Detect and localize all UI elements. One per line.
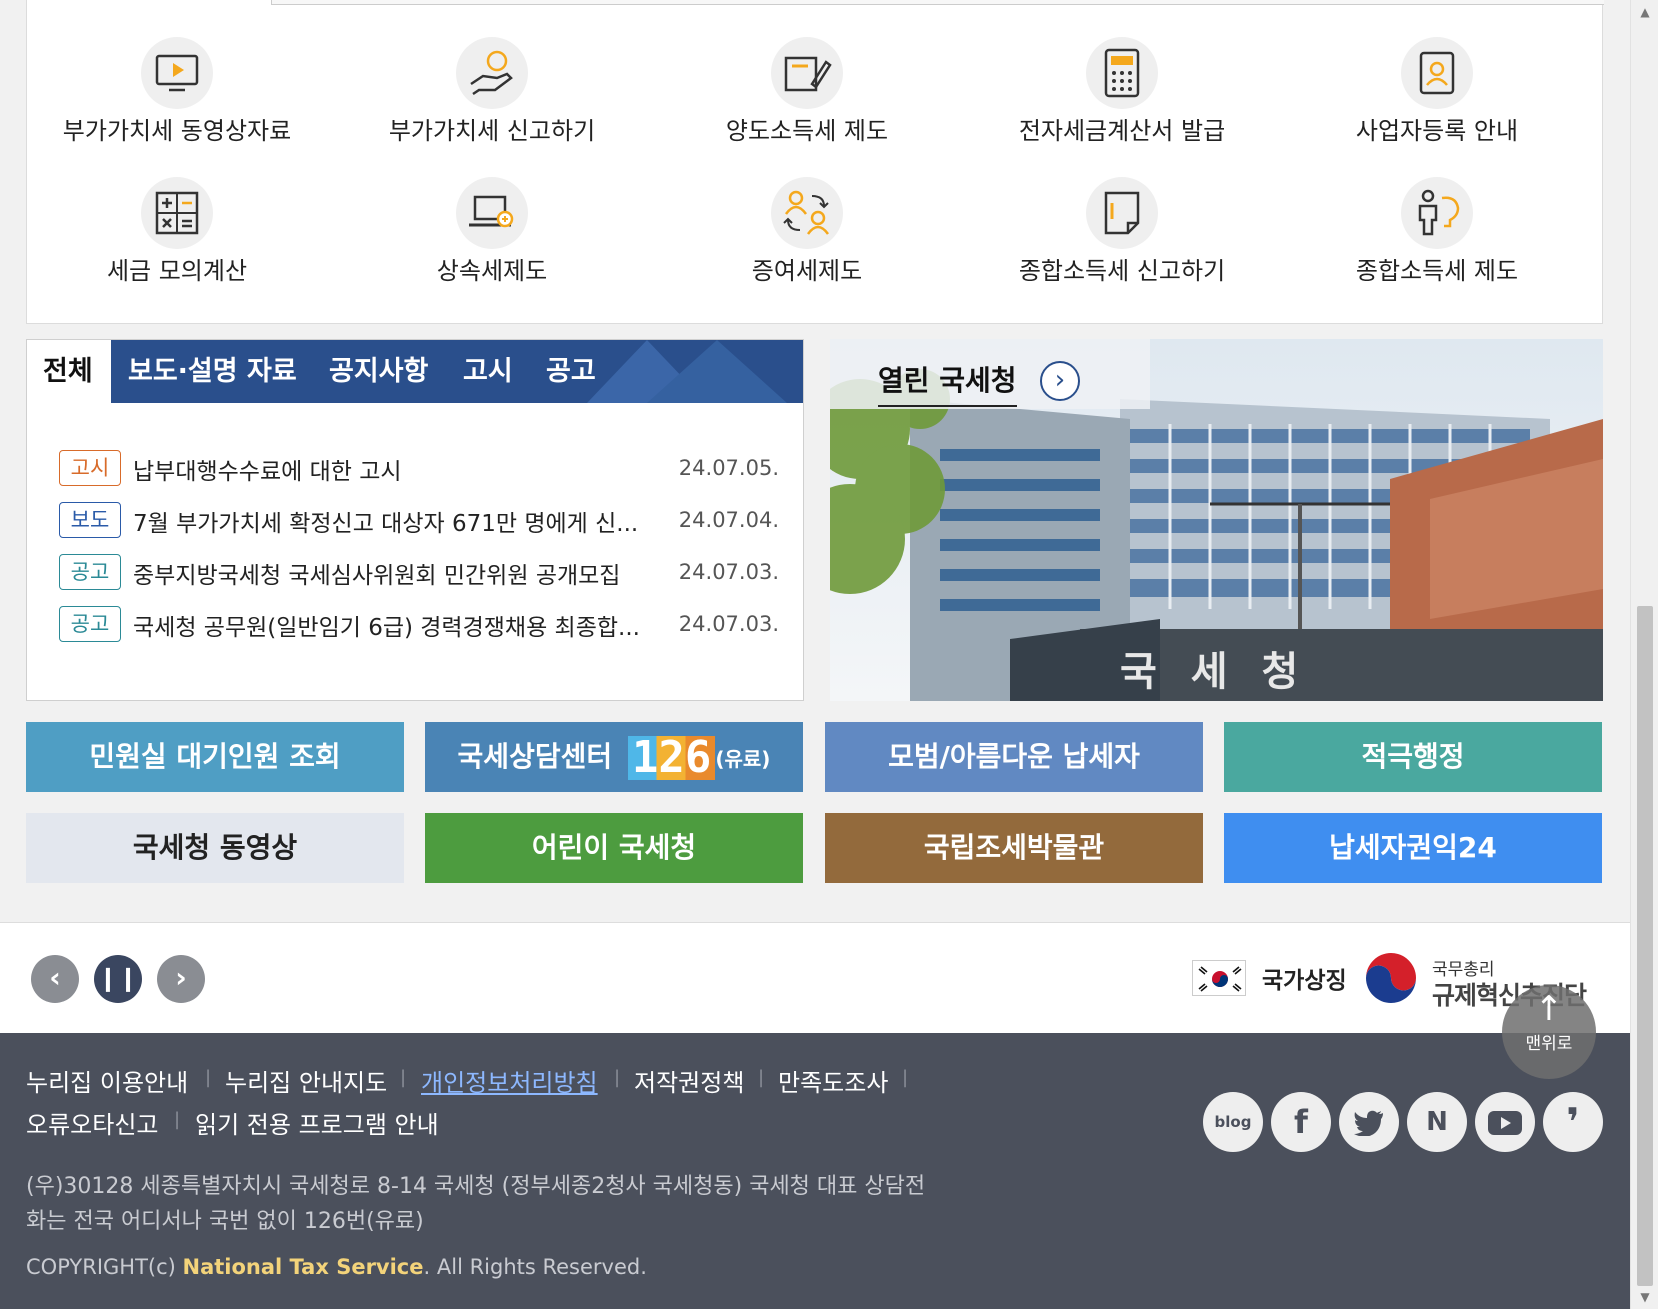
footer-link-copyright[interactable]: 저작권정책 (634, 1063, 744, 1098)
naver-post-icon[interactable]: N (1407, 1092, 1467, 1152)
news-item[interactable]: 보도 7월 부가가치세 확정신고 대상자 671만 명에게 신... 24.07… (59, 502, 779, 542)
news-date: 24.07.03. (678, 612, 779, 636)
id-card-icon (1401, 37, 1473, 109)
news-date: 24.07.05. (678, 456, 779, 480)
arrow-up-icon: ↑ (1534, 989, 1564, 1029)
facebook-icon[interactable]: f (1271, 1092, 1331, 1152)
twitter-icon[interactable] (1339, 1092, 1399, 1152)
category-badge: 보도 (59, 502, 121, 538)
quick-label: 종합소득세 제도 (1355, 257, 1519, 285)
tab-press[interactable]: 보도·설명 자료 (128, 340, 297, 403)
blog-icon[interactable]: blog (1203, 1092, 1263, 1152)
quick-capital-gains[interactable]: 양도소득세 제도 (657, 37, 957, 146)
back-to-top-button[interactable]: ↑ 맨위로 (1502, 985, 1596, 1079)
calculator-icon (1086, 37, 1158, 109)
footer-address: (우)30128 세종특별자치시 국세청로 8-14 국세청 (정부세종2청사 … (26, 1174, 926, 1234)
footer-link-usage[interactable]: 누리집 이용안내 (26, 1063, 188, 1098)
people-transfer-icon (771, 177, 843, 249)
kids-nts-button[interactable]: 어린이 국세청 (425, 813, 803, 883)
footer-link-reader[interactable]: 읽기 전용 프로그램 안내 (195, 1105, 439, 1140)
scrollbar[interactable]: ▲ ▼ (1630, 0, 1658, 1309)
quick-inheritance-tax[interactable]: 상속세제도 (342, 177, 642, 286)
kakao-story-icon[interactable]: ❜ (1543, 1092, 1603, 1152)
category-badge: 공고 (59, 554, 121, 590)
model-taxpayer-button[interactable]: 모범/아름다운 납세자 (825, 722, 1203, 792)
scroll-up-icon[interactable]: ▲ (1631, 0, 1658, 24)
hand-coin-icon (456, 37, 528, 109)
document-pen-icon (771, 37, 843, 109)
math-symbols-icon (141, 177, 213, 249)
category-badge: 공고 (59, 606, 121, 642)
news-title[interactable]: 납부대행수수료에 대한 고시 (133, 452, 663, 486)
news-title[interactable]: 7월 부가가치세 확정신고 대상자 671만 명에게 신... (133, 504, 663, 538)
quick-income-tax-system[interactable]: 종합소득세 제도 (1287, 177, 1587, 286)
quick-label: 전자세금계산서 발급 (1018, 117, 1226, 145)
footer-link-error-report[interactable]: 오류오타신고 (26, 1105, 158, 1140)
scroll-thumb[interactable] (1637, 606, 1653, 1286)
news-panel: 전체 보도·설명 자료 공지사항 고시 공고 고시 납부대행수수료에 대한 고시… (26, 339, 804, 701)
quick-vat-video[interactable]: 부가가치세 동영상자료 (27, 37, 327, 146)
quick-label: 부가가치세 신고하기 (388, 117, 596, 145)
news-title[interactable]: 중부지방국세청 국세심사위원회 민간위원 공개모집 (133, 556, 663, 590)
news-title[interactable]: 국세청 공무원(일반임기 6급) 경력경쟁채용 최종합... (133, 608, 663, 642)
quick-label: 부가가치세 동영상자료 (62, 117, 292, 145)
video-play-icon (141, 37, 213, 109)
waiting-count-button[interactable]: 민원실 대기인원 조회 (26, 722, 404, 792)
regulation-logo-icon (1362, 949, 1420, 1011)
news-date: 24.07.03. (678, 560, 779, 584)
chevron-right-icon[interactable]: › (157, 955, 205, 1003)
news-item[interactable]: 공고 국세청 공무원(일반임기 6급) 경력경쟁채용 최종합... 24.07.… (59, 606, 779, 646)
tax-consult-center-button[interactable]: 국세상담센터 126 (유료) (425, 722, 803, 792)
quick-tax-simulation[interactable]: 세금 모의계산 (27, 177, 327, 286)
chevron-right-icon[interactable]: › (1040, 361, 1080, 401)
taxpayer-rights-button[interactable]: 납세자권익24 (1224, 813, 1602, 883)
open-nts-title: 열린 국세청 (878, 359, 1017, 407)
footer-link-privacy[interactable]: 개인정보처리방침 (421, 1063, 598, 1098)
category-badge: 고시 (59, 450, 121, 486)
quick-vat-report[interactable]: 부가가치세 신고하기 (342, 37, 642, 146)
footer-link-sitemap[interactable]: 누리집 안내지도 (225, 1063, 387, 1098)
quick-e-invoice[interactable]: 전자세금계산서 발급 (972, 37, 1272, 146)
quick-income-tax-report[interactable]: 종합소득세 신고하기 (972, 177, 1272, 286)
quick-gift-tax[interactable]: 증여세제도 (657, 177, 957, 286)
footer-copyright: COPYRIGHT(c) National Tax Service. All R… (26, 1255, 647, 1279)
tab-announcement[interactable]: 고시 (463, 340, 513, 403)
news-item[interactable]: 고시 납부대행수수료에 대한 고시 24.07.05. (59, 450, 779, 490)
youtube-icon[interactable] (1475, 1092, 1535, 1152)
footer-link-survey[interactable]: 만족도조사 (778, 1063, 888, 1098)
person-bulb-icon (1401, 177, 1473, 249)
tab-all[interactable]: 전체 (27, 340, 111, 403)
building-sign: 국 세 청 (1120, 649, 1309, 695)
quick-label: 양도소득세 제도 (725, 117, 889, 145)
quick-label: 상속세제도 (436, 257, 548, 285)
news-tab-bar: 전체 보도·설명 자료 공지사항 고시 공고 (27, 340, 803, 403)
laptop-icon (456, 177, 528, 249)
chevron-left-icon[interactable]: ‹ (31, 955, 79, 1003)
quick-label: 사업자등록 안내 (1355, 117, 1519, 145)
korea-flag-icon (1192, 960, 1246, 996)
note-icon (1086, 177, 1158, 249)
tab-notice[interactable]: 공지사항 (329, 340, 428, 403)
news-item[interactable]: 공고 중부지방국세청 국세심사위원회 민간위원 공개모집 24.07.03. (59, 554, 779, 594)
tax-museum-button[interactable]: 국립조세박물관 (825, 813, 1203, 883)
quick-services-panel: 부가가치세 동영상자료 부가가치세 신고하기 양도소득세 제도 전자세금계산서 … (26, 0, 1604, 324)
nts-video-button[interactable]: 국세청 동영상 (26, 813, 404, 883)
quick-label: 세금 모의계산 (106, 257, 248, 285)
number-126: 126 (627, 736, 716, 780)
footer: 누리집 이용안내 | 누리집 안내지도 | 개인정보처리방침 | 저작권정책 |… (0, 1033, 1630, 1309)
news-date: 24.07.04. (678, 508, 779, 532)
national-symbol-link[interactable]: 국가상징 (1262, 961, 1347, 995)
proactive-admin-button[interactable]: 적극행정 (1224, 722, 1602, 792)
quick-label: 증여세제도 (751, 257, 863, 285)
quick-label: 종합소득세 신고하기 (1018, 257, 1226, 285)
quick-business-registration[interactable]: 사업자등록 안내 (1287, 37, 1587, 146)
pause-icon[interactable]: ❙❙ (94, 955, 142, 1003)
banner-strip: ‹ ❙❙ › 국가상징 국무총리 규제혁신추진단 (0, 922, 1630, 1033)
scroll-down-icon[interactable]: ▼ (1631, 1285, 1658, 1309)
open-nts-banner[interactable]: 열린 국세청 › 국 세 청 (830, 339, 1603, 701)
tab-public-notice[interactable]: 공고 (546, 340, 596, 403)
top-tab-strip (27, 0, 1604, 5)
